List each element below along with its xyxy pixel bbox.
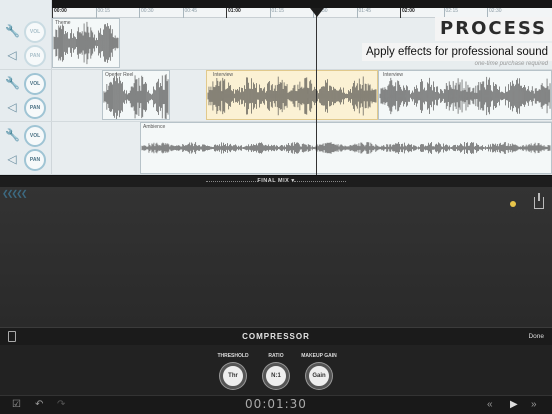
wrench-icon[interactable]: 🔧	[5, 76, 20, 90]
compressor-header: COMPRESSOR Done	[0, 327, 552, 345]
param-label: RATIO	[268, 353, 284, 359]
play-icon[interactable]: ▶	[510, 399, 518, 411]
transport-bar: ☑ ↶ ↷ 00:01:30 « ▶ »	[0, 395, 552, 414]
final-mix-bar[interactable]: FINAL MIX ▾	[0, 175, 552, 187]
vol-knob[interactable]: VOL	[24, 73, 46, 95]
compressor-controls: THRESHOLD Thr RATIO N:1 MAKEUP GAIN Gain	[0, 345, 552, 395]
status-dot-icon	[510, 201, 516, 207]
ruler-tick: 00:15	[95, 8, 110, 18]
ruler-tick: 01:45	[356, 8, 371, 18]
track-lane-2: Opener Reel Interview Interview	[52, 70, 552, 122]
makeup-gain-dial[interactable]: Gain	[306, 363, 332, 389]
vol-knob[interactable]: VOL	[24, 125, 46, 147]
track-control-3: 🔧 ◁ VOL PAN	[0, 122, 52, 175]
collapse-arrows-icon[interactable]: ❮❮❮❮❮	[2, 189, 27, 198]
share-icon[interactable]	[534, 193, 544, 209]
pan-knob[interactable]: PAN	[24, 149, 46, 171]
audio-clip-interview[interactable]: Interview	[378, 70, 552, 120]
promo-title: PROCESS	[435, 17, 552, 41]
ruler-tick: 01:00	[226, 8, 241, 18]
waveform	[53, 21, 119, 65]
track-controls: 🔧 ◁ VOL PAN 🔧 ◁ VOL PAN 🔧 ◁ VOL PAN	[0, 0, 52, 175]
promo-note: one-time purchase required	[474, 61, 548, 67]
speaker-icon[interactable]: ◁	[5, 100, 19, 114]
audio-clip-theme[interactable]: Theme	[52, 18, 120, 68]
param-label: MAKEUP GAIN	[301, 353, 337, 359]
effects-area: ❮❮❮❮❮	[0, 187, 552, 327]
ruler-tick: 01:15	[269, 8, 284, 18]
track-lane-3: Ambience	[52, 122, 552, 175]
pan-knob[interactable]: PAN	[24, 97, 46, 119]
timeline: 🔧 ◁ VOL PAN 🔧 ◁ VOL PAN 🔧 ◁ VOL PAN 00:0…	[0, 0, 552, 175]
waveform	[103, 72, 169, 119]
speaker-icon[interactable]: ◁	[5, 152, 19, 166]
ruler-tick: 00:00	[52, 8, 67, 18]
vol-knob[interactable]: VOL	[24, 21, 46, 43]
track-control-2: 🔧 ◁ VOL PAN	[0, 70, 52, 122]
playhead-line[interactable]	[316, 8, 317, 175]
waveform	[379, 76, 551, 116]
audio-clip-ambience[interactable]: Ambience	[140, 122, 552, 174]
divider	[294, 181, 346, 183]
final-mix-selector[interactable]: FINAL MIX ▾	[0, 178, 552, 184]
param-label: THRESHOLD	[217, 353, 249, 359]
ratio-dial[interactable]: N:1	[263, 363, 289, 389]
track-control-1: 🔧 ◁ VOL PAN	[0, 18, 52, 70]
threshold-dial[interactable]: Thr	[220, 363, 246, 389]
promo-banner: PROCESS Apply effects for professional s…	[362, 17, 552, 73]
speaker-icon[interactable]: ◁	[5, 48, 19, 62]
waveform	[207, 76, 377, 116]
makeup-gain-control: MAKEUP GAIN Gain	[299, 353, 339, 389]
ruler-tick: 00:45	[182, 8, 197, 18]
compressor-title: COMPRESSOR	[242, 332, 310, 341]
pan-knob[interactable]: PAN	[24, 45, 46, 67]
rewind-icon[interactable]: «	[487, 399, 493, 411]
wrench-icon[interactable]: 🔧	[5, 24, 20, 38]
ratio-control: RATIO N:1	[256, 353, 296, 389]
audio-clip-opener[interactable]: Opener Reel	[102, 70, 170, 120]
wrench-icon[interactable]: 🔧	[5, 128, 20, 142]
playhead-handle[interactable]	[310, 8, 324, 17]
promo-subtitle: Apply effects for professional sound	[362, 43, 552, 61]
done-button[interactable]: Done	[528, 333, 544, 340]
audio-clip-interview-selected[interactable]: Interview	[206, 70, 378, 120]
time-display: 00:01:30	[245, 397, 307, 411]
threshold-control: THRESHOLD Thr	[213, 353, 253, 389]
fast-forward-icon[interactable]: »	[531, 399, 537, 411]
waveform	[141, 141, 551, 155]
ruler-tick: 00:30	[139, 8, 154, 18]
